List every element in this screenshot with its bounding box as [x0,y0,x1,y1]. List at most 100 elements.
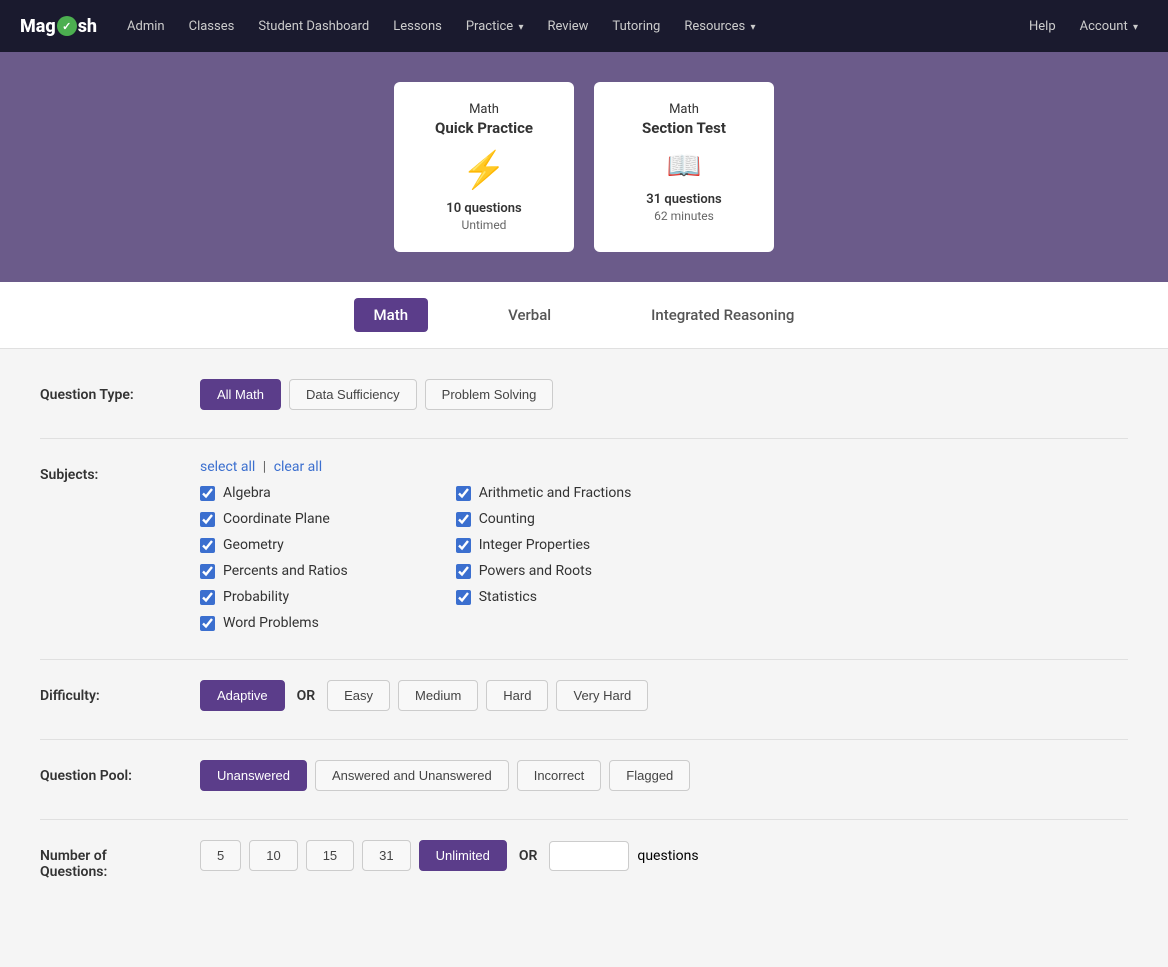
question-pool-row: Question Pool: Unanswered Answered and U… [40,760,1128,791]
nav-help[interactable]: Help [1019,13,1066,40]
btn-answered-unanswered[interactable]: Answered and Unanswered [315,760,509,791]
difficulty-row: Difficulty: Adaptive OR Easy Medium Hard… [40,680,1128,711]
nav-tutoring[interactable]: Tutoring [602,13,670,40]
num-questions-input[interactable] [549,841,629,871]
navbar-right: Help Account ▾ [1019,13,1148,40]
label-powers-roots: Powers and Roots [479,563,592,579]
checkbox-geometry[interactable] [200,538,215,553]
checkbox-percents-ratios[interactable] [200,564,215,579]
label-geometry: Geometry [223,537,284,553]
practice-dropdown-icon: ▾ [518,22,523,33]
subjects-row: Subjects: select all | clear all Algebra… [40,459,1128,631]
resources-dropdown-icon: ▾ [750,22,755,33]
num-questions-or-text: OR [515,848,542,864]
subject-arithmetic-fractions: Arithmetic and Fractions [456,485,632,501]
tab-verbal[interactable]: Verbal [488,298,571,332]
label-word-problems: Word Problems [223,615,319,631]
label-coordinate-plane: Coordinate Plane [223,511,330,527]
btn-5[interactable]: 5 [200,840,241,871]
nav-lessons[interactable]: Lessons [383,13,452,40]
brand-rest: sh [78,16,97,37]
btn-very-hard[interactable]: Very Hard [556,680,648,711]
tab-math[interactable]: Math [354,298,429,332]
subject-counting: Counting [456,511,632,527]
btn-hard[interactable]: Hard [486,680,548,711]
btn-15[interactable]: 15 [306,840,354,871]
select-all-link[interactable]: select all [200,459,255,475]
quick-practice-card[interactable]: Math Quick Practice ⚡ 10 questions Untim… [394,82,574,252]
nav-account[interactable]: Account ▾ [1070,13,1148,40]
btn-data-sufficiency[interactable]: Data Sufficiency [289,379,417,410]
quick-practice-subtitle: Quick Practice [424,119,544,137]
label-integer-properties: Integer Properties [479,537,590,553]
hero-section: Math Quick Practice ⚡ 10 questions Untim… [0,52,1168,282]
checkbox-counting[interactable] [456,512,471,527]
quick-practice-title: Math [424,102,544,117]
difficulty-controls: Adaptive OR Easy Medium Hard Very Hard [200,680,648,711]
nav-student-dashboard[interactable]: Student Dashboard [248,13,379,40]
label-statistics: Statistics [479,589,537,605]
brand-logo[interactable]: Mag ✓ sh [20,16,97,37]
subjects-label: Subjects: [40,459,180,483]
checkbox-word-problems[interactable] [200,616,215,631]
btn-10[interactable]: 10 [249,840,297,871]
label-arithmetic-fractions: Arithmetic and Fractions [479,485,632,501]
subject-geometry: Geometry [200,537,376,553]
clear-all-link[interactable]: clear all [274,459,322,475]
subjects-grid: Algebra Arithmetic and Fractions Coordin… [200,485,631,631]
divider-4 [40,819,1128,820]
subject-percents-ratios: Percents and Ratios [200,563,376,579]
subject-integer-properties: Integer Properties [456,537,632,553]
subject-tabs: Math Verbal Integrated Reasoning [0,282,1168,349]
btn-incorrect[interactable]: Incorrect [517,760,602,791]
subject-powers-roots: Powers and Roots [456,563,632,579]
label-probability: Probability [223,589,289,605]
question-type-controls: All Math Data Sufficiency Problem Solvin… [200,379,553,410]
nav-resources[interactable]: Resources ▾ [674,13,765,40]
btn-unanswered[interactable]: Unanswered [200,760,307,791]
tab-integrated-reasoning[interactable]: Integrated Reasoning [631,298,814,332]
difficulty-or-text: OR [293,688,320,704]
btn-medium[interactable]: Medium [398,680,478,711]
subject-statistics: Statistics [456,589,632,605]
btn-adaptive[interactable]: Adaptive [200,680,285,711]
label-percents-ratios: Percents and Ratios [223,563,348,579]
subject-word-problems: Word Problems [200,615,376,631]
section-test-title: Math [624,102,744,117]
question-type-label: Question Type: [40,379,180,403]
section-test-subtitle: Section Test [624,119,744,137]
btn-all-math[interactable]: All Math [200,379,281,410]
btn-flagged[interactable]: Flagged [609,760,690,791]
checkbox-algebra[interactable] [200,486,215,501]
num-questions-label: Number of Questions: [40,840,180,880]
divider-2 [40,659,1128,660]
difficulty-label: Difficulty: [40,680,180,704]
question-type-row: Question Type: All Math Data Sufficiency… [40,379,1128,410]
btn-unlimited[interactable]: Unlimited [419,840,507,871]
checkbox-statistics[interactable] [456,590,471,605]
subject-probability: Probability [200,589,376,605]
question-pool-label: Question Pool: [40,760,180,784]
btn-31[interactable]: 31 [362,840,410,871]
nav-practice[interactable]: Practice ▾ [456,13,534,40]
divider-3 [40,739,1128,740]
nav-admin[interactable]: Admin [117,13,175,40]
checkbox-powers-roots[interactable] [456,564,471,579]
num-questions-controls: 5 10 15 31 Unlimited OR questions [200,840,699,871]
checkbox-probability[interactable] [200,590,215,605]
subjects-separator: | [263,459,266,475]
checkbox-arithmetic-fractions[interactable] [456,486,471,501]
nav-review[interactable]: Review [537,13,598,40]
btn-easy[interactable]: Easy [327,680,390,711]
nav-classes[interactable]: Classes [179,13,245,40]
btn-problem-solving[interactable]: Problem Solving [425,379,554,410]
checkbox-coordinate-plane[interactable] [200,512,215,527]
checkbox-integer-properties[interactable] [456,538,471,553]
account-dropdown-icon: ▾ [1133,22,1138,33]
brand-checkmark-icon: ✓ [57,16,77,36]
subject-coordinate-plane: Coordinate Plane [200,511,376,527]
section-test-card[interactable]: Math Section Test 📖 31 questions 62 minu… [594,82,774,252]
label-algebra: Algebra [223,485,271,501]
num-questions-row: Number of Questions: 5 10 15 31 Unlimite… [40,840,1128,880]
subjects-links: select all | clear all [200,459,631,475]
